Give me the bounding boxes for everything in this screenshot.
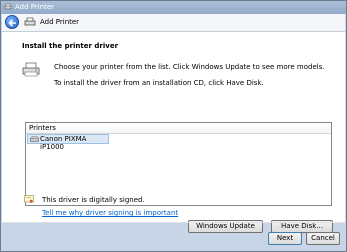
back-button[interactable]	[5, 15, 19, 29]
driver-signing-link[interactable]: Tell me why driver signing is important	[42, 209, 178, 217]
window-title: Add Printer	[15, 3, 55, 11]
back-arrow-icon	[8, 19, 16, 27]
printers-column-header[interactable]: Printers	[26, 123, 331, 134]
printer-icon	[24, 17, 36, 26]
driver-signed-status: This driver is digitally signed.	[42, 196, 145, 204]
printers-listbox[interactable]: Printers Canon PIXMA iP1000	[25, 122, 332, 206]
title-bar[interactable]: Add Printer	[1, 1, 346, 14]
add-printer-window: Add Printer Add Printer Install the prin…	[0, 0, 347, 252]
wizard-header: Add Printer	[2, 14, 345, 32]
footer-divider	[2, 222, 345, 223]
printer-list-item[interactable]: Canon PIXMA iP1000	[27, 134, 109, 151]
description-text-cd: To install the driver from an installati…	[54, 79, 264, 87]
section-title: Install the printer driver	[22, 42, 119, 50]
printer-icon	[22, 62, 40, 77]
certificate-icon	[24, 195, 34, 203]
header-title: Add Printer	[40, 18, 80, 26]
description-text: Choose your printer from the list. Click…	[54, 63, 325, 71]
next-button[interactable]: Next	[268, 232, 302, 245]
printers-column-label: Printers	[29, 124, 56, 132]
printer-list-item-label: Canon PIXMA iP1000	[40, 135, 87, 151]
wizard-content: Install the printer driver Choose your p…	[2, 32, 345, 233]
printer-icon	[4, 3, 12, 10]
printer-icon	[30, 136, 39, 142]
cancel-button[interactable]: Cancel	[306, 232, 340, 245]
